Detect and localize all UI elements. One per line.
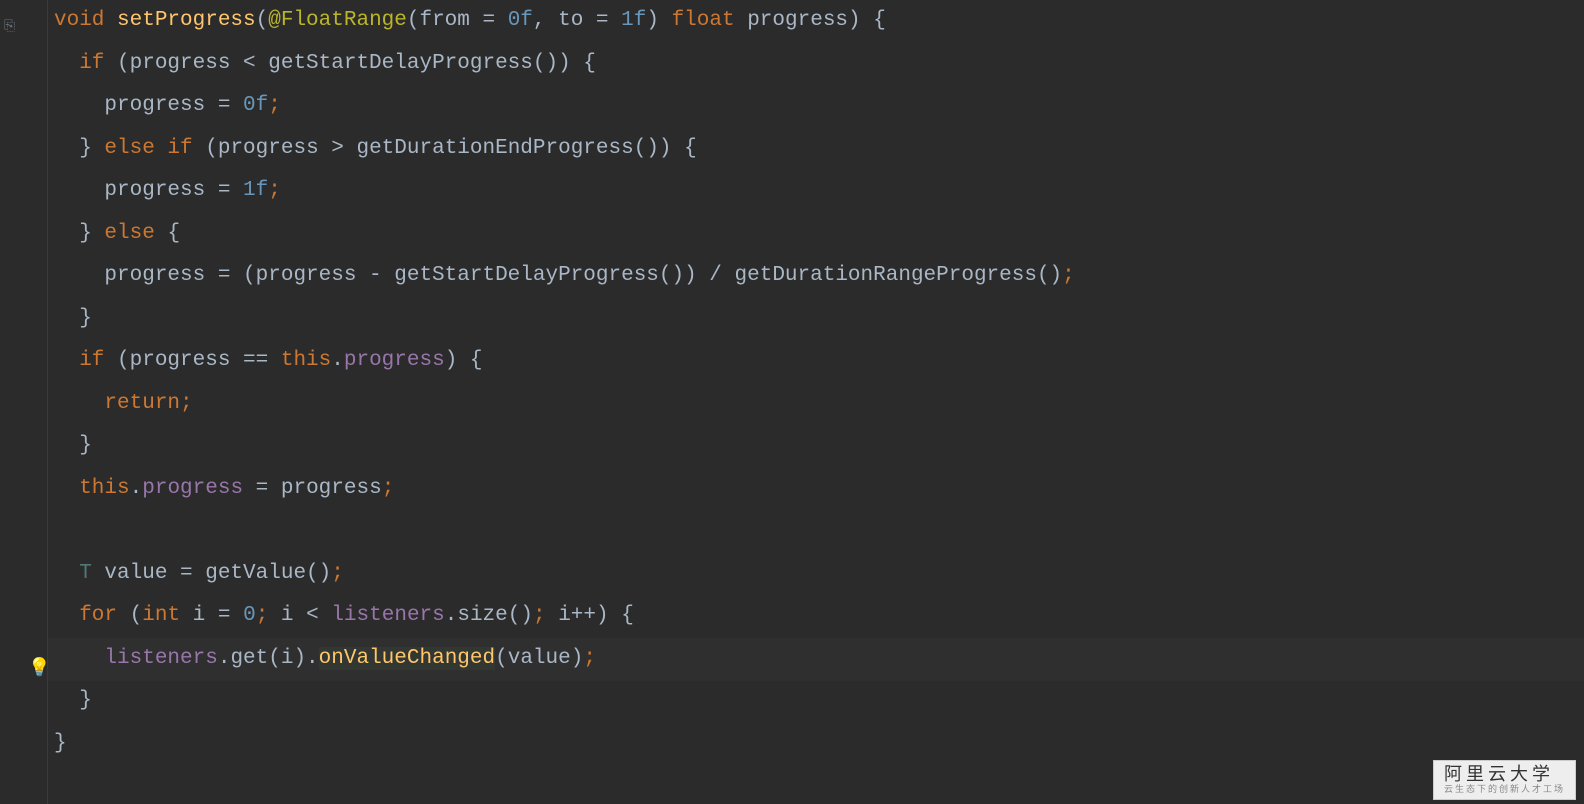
- code-token: for: [54, 604, 130, 627]
- code-token: void: [54, 9, 117, 32]
- code-token: 0f: [243, 94, 268, 117]
- override-gutter-icon[interactable]: ⎘: [4, 6, 15, 49]
- code-token: i++) {: [558, 604, 634, 627]
- code-token: }: [54, 307, 92, 330]
- code-token: 1f: [621, 9, 646, 32]
- code-token: ) {: [445, 349, 483, 372]
- code-token: if: [54, 349, 117, 372]
- code-token: ;: [268, 94, 281, 117]
- code-token: int: [142, 604, 192, 627]
- code-token: (from =: [407, 9, 508, 32]
- code-token: this: [281, 349, 331, 372]
- code-line[interactable]: if (progress < getStartDelayProgress()) …: [54, 43, 1075, 86]
- code-token: ;: [382, 477, 395, 500]
- code-token: i <: [281, 604, 331, 627]
- code-token: .size(): [445, 604, 533, 627]
- code-token: ;: [1062, 264, 1075, 287]
- code-line[interactable]: progress = (progress - getStartDelayProg…: [54, 255, 1075, 298]
- code-line[interactable]: for (int i = 0; i < listeners.size(); i+…: [54, 595, 1075, 638]
- code-token: progress = (progress - getStartDelayProg…: [54, 264, 1062, 287]
- code-token: , to =: [533, 9, 621, 32]
- intention-bulb-icon[interactable]: 💡: [28, 648, 50, 691]
- code-line[interactable]: [54, 510, 1075, 553]
- code-token: 0: [243, 604, 256, 627]
- code-line[interactable]: } else {: [54, 213, 1075, 256]
- code-token: else: [104, 222, 167, 245]
- code-token: {: [167, 222, 180, 245]
- code-token: (progress < getStartDelayProgress()) {: [117, 52, 596, 75]
- code-token: .get(i).: [218, 647, 319, 670]
- code-line[interactable]: progress = 0f;: [54, 85, 1075, 128]
- code-token: @FloatRange: [268, 9, 407, 32]
- watermark: 阿里云大学 云生态下的创新人才工场: [1433, 760, 1576, 800]
- code-token: listeners: [104, 647, 217, 670]
- code-token: onValueChanged: [319, 647, 495, 670]
- code-line[interactable]: }: [54, 425, 1075, 468]
- code-token: (value): [495, 647, 583, 670]
- code-token: .: [331, 349, 344, 372]
- code-token: ;: [268, 179, 281, 202]
- code-token: else if: [104, 137, 205, 160]
- code-token: (: [256, 9, 269, 32]
- code-line[interactable]: } else if (progress > getDurationEndProg…: [54, 128, 1075, 171]
- code-token: progress: [142, 477, 243, 500]
- code-token: ;: [331, 562, 344, 585]
- code-line[interactable]: T value = getValue();: [54, 553, 1075, 596]
- code-token: (progress ==: [117, 349, 281, 372]
- code-line[interactable]: }: [54, 723, 1075, 766]
- code-token: progress: [344, 349, 445, 372]
- code-line[interactable]: return;: [54, 383, 1075, 426]
- code-line[interactable]: }: [54, 298, 1075, 341]
- code-token: progress =: [54, 179, 243, 202]
- code-token: listeners: [331, 604, 444, 627]
- code-token: if: [54, 52, 117, 75]
- code-token: progress) {: [747, 9, 886, 32]
- code-token: .: [130, 477, 143, 500]
- code-token: 0f: [508, 9, 533, 32]
- code-token: this: [54, 477, 130, 500]
- code-token: }: [54, 222, 104, 245]
- code-line[interactable]: }: [54, 680, 1075, 723]
- code-token: ;: [583, 647, 596, 670]
- code-token: }: [54, 434, 92, 457]
- code-token: progress =: [54, 94, 243, 117]
- code-editor[interactable]: void setProgress(@FloatRange(from = 0f, …: [54, 0, 1075, 765]
- code-token: (: [130, 604, 143, 627]
- code-token: [54, 647, 104, 670]
- code-token: }: [54, 732, 67, 755]
- code-line[interactable]: this.progress = progress;: [54, 468, 1075, 511]
- code-token: i =: [193, 604, 243, 627]
- code-line[interactable]: listeners.get(i).onValueChanged(value);: [54, 638, 1075, 681]
- code-token: T: [54, 562, 92, 585]
- code-token: (progress > getDurationEndProgress()) {: [205, 137, 696, 160]
- code-token: return;: [54, 392, 193, 415]
- code-token: ): [646, 9, 671, 32]
- code-token: 1f: [243, 179, 268, 202]
- code-token: float: [672, 9, 748, 32]
- code-token: }: [54, 137, 104, 160]
- code-token: setProgress: [117, 9, 256, 32]
- code-token: = progress: [243, 477, 382, 500]
- code-line[interactable]: progress = 1f;: [54, 170, 1075, 213]
- code-line[interactable]: if (progress == this.progress) {: [54, 340, 1075, 383]
- watermark-title: 阿里云大学: [1444, 765, 1565, 785]
- code-token: value = getValue(): [92, 562, 331, 585]
- code-token: }: [54, 689, 92, 712]
- code-token: ;: [533, 604, 558, 627]
- code-line[interactable]: void setProgress(@FloatRange(from = 0f, …: [54, 0, 1075, 43]
- code-token: ;: [256, 604, 281, 627]
- watermark-subtitle: 云生态下的创新人才工场: [1444, 785, 1565, 795]
